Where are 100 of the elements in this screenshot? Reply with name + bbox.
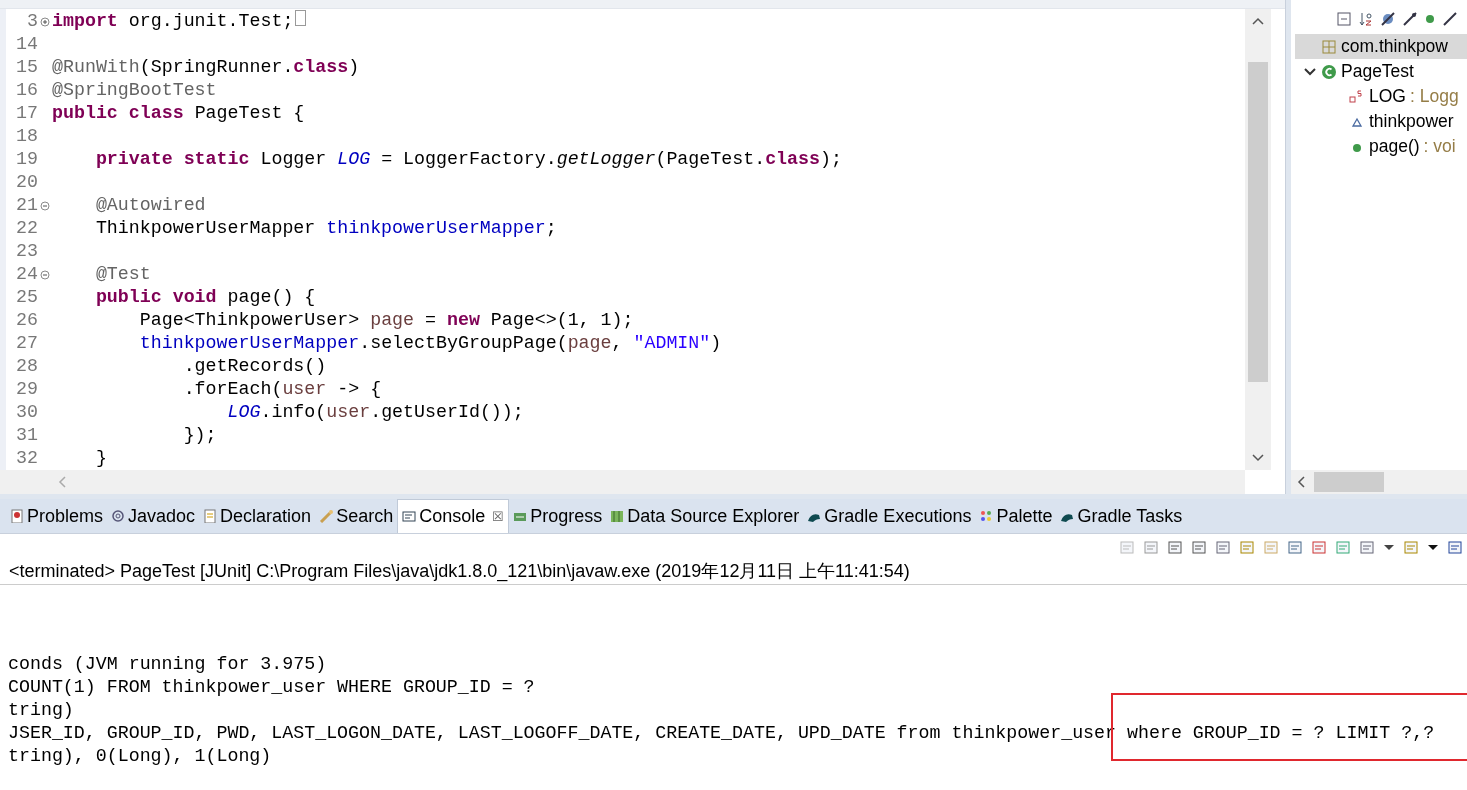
dropdown-icon[interactable] (1427, 542, 1439, 552)
word-wrap-icon[interactable] (1263, 539, 1279, 555)
line-number: 19 (15, 148, 38, 171)
outline-label: LOG (1369, 86, 1406, 107)
document-icon (203, 509, 218, 523)
collapse-icon[interactable] (40, 269, 50, 280)
code-line: ThinkpowerUserMapper thinkpowerUserMapper; (94, 217, 557, 240)
line-number: 23 (15, 240, 38, 263)
outline-item[interactable]: LOG : Logg (1295, 84, 1467, 109)
outline-item[interactable]: page() : voi (1295, 134, 1467, 159)
clear-console-icon[interactable] (1215, 539, 1231, 555)
outline-label: PageTest (1341, 61, 1414, 82)
code-line: .forEach(user -> { (182, 378, 382, 401)
hide-local-icon[interactable] (1443, 12, 1457, 26)
view-menu-icon[interactable] (1447, 539, 1463, 555)
code-line: }); (182, 424, 217, 447)
ring-icon (111, 509, 126, 523)
palette-icon (979, 509, 994, 523)
class-icon (1321, 63, 1337, 80)
hide-fields-icon[interactable] (1381, 12, 1395, 26)
code-line: import org.junit.Test; (52, 10, 294, 33)
scrollbar-thumb[interactable] (1314, 472, 1384, 492)
relaunch-icon[interactable] (1119, 539, 1135, 555)
vertical-scrollbar[interactable] (1245, 9, 1271, 470)
code-line: .getRecords() (182, 355, 327, 378)
terminate-icon[interactable] (1143, 539, 1159, 555)
line-number: 14 (15, 33, 38, 56)
show-on-output-icon[interactable] (1287, 539, 1303, 555)
public-members-icon[interactable] (1425, 14, 1435, 24)
pin-console-icon[interactable] (1335, 539, 1351, 555)
show-on-error-icon[interactable] (1311, 539, 1327, 555)
collapse-icon[interactable] (40, 200, 50, 211)
outline-item[interactable]: com.thinkpow (1295, 34, 1467, 59)
console-line: tring) (8, 699, 75, 722)
code-line: private static Logger LOG = LoggerFactory.getLogger(PageTest.class); (94, 148, 842, 171)
view-tab[interactable]: Problems (6, 499, 108, 533)
scrollbar-thumb[interactable] (1248, 62, 1268, 382)
line-number: 27 (15, 332, 38, 355)
expand-icon[interactable] (40, 16, 50, 27)
view-tab[interactable]: Gradle Executions (803, 499, 976, 533)
code-line: @SpringBootTest (52, 79, 217, 102)
scroll-lock-icon[interactable] (1239, 539, 1255, 555)
line-number: 32 (15, 447, 38, 470)
code-line: @Test (94, 263, 151, 286)
code-line: Page<ThinkpowerUser> page = new Page<>(1, 1); (138, 309, 634, 332)
view-tab[interactable]: Javadoc (107, 499, 200, 533)
code-line: @Autowired (94, 194, 206, 217)
view-tab[interactable]: Progress (509, 499, 607, 533)
horizontal-scrollbar[interactable] (1291, 470, 1467, 494)
line-number: 25 (15, 286, 38, 309)
scroll-down-icon[interactable] (1252, 453, 1264, 462)
outline-label: thinkpower (1369, 111, 1454, 132)
line-number: 26 (15, 309, 38, 332)
console-line: tring), 0(Long), 1(Long) (8, 745, 273, 768)
monitor-icon (402, 509, 417, 524)
outline-label: page() (1369, 136, 1420, 157)
line-number: 3 (26, 10, 38, 33)
view-tab[interactable]: Declaration (199, 499, 316, 533)
display-console-icon[interactable] (1359, 539, 1375, 555)
scroll-left-icon[interactable] (1297, 476, 1306, 488)
type-label: : Logg (1409, 86, 1459, 107)
dropdown-icon[interactable] (1383, 542, 1395, 552)
code-line: thinkpowerUserMapper.selectByGroupPage(page, "ADMIN") (138, 332, 722, 355)
view-tab[interactable]: Console ☒ (397, 499, 510, 533)
code-line: @RunWith(SpringRunner.class) (52, 56, 360, 79)
static-field-icon (1349, 88, 1365, 105)
new-console-icon[interactable] (1403, 539, 1419, 555)
view-tab[interactable]: Data Source Explorer (606, 499, 804, 533)
line-number: 29 (15, 378, 38, 401)
line-number: 21 (15, 194, 38, 217)
folded-code-marker[interactable] (295, 10, 307, 26)
view-tab[interactable]: Palette (975, 499, 1057, 533)
collapse-all-icon[interactable] (1337, 12, 1351, 26)
problems-icon (10, 509, 24, 523)
code-line: } (94, 447, 107, 470)
line-number: 22 (15, 217, 38, 240)
line-number: 31 (15, 424, 38, 447)
process-status: <terminated> PageTest [JUnit] C:\Program Files\java\jdk1.8.0_121\bin\javaw.exe (2019年12月11日 上午11:41:54) (0, 558, 1467, 585)
database-icon (610, 509, 625, 523)
line-number: 15 (15, 56, 38, 79)
view-tab[interactable]: Gradle Tasks (1056, 499, 1187, 533)
outline-label: com.thinkpow (1341, 36, 1448, 57)
remove-launch-icon[interactable] (1167, 539, 1183, 555)
line-number: 24 (15, 263, 38, 286)
line-number: 17 (15, 102, 38, 125)
line-number: 30 (15, 401, 38, 424)
outline-item[interactable]: PageTest (1295, 59, 1467, 84)
line-number: 18 (15, 125, 38, 148)
view-tab[interactable]: Search (315, 499, 398, 533)
outline-item[interactable]: thinkpower (1295, 109, 1467, 134)
close-icon[interactable]: ☒ (492, 509, 505, 524)
console-line: conds (JVM running for 3.975) (8, 653, 328, 676)
scroll-up-icon[interactable] (1252, 17, 1264, 26)
hide-static-icon[interactable] (1403, 12, 1417, 26)
sort-icon[interactable] (1359, 12, 1373, 26)
horizontal-scrollbar[interactable] (0, 470, 1245, 494)
import-icon (1321, 38, 1337, 55)
line-number: 16 (15, 79, 38, 102)
code-line: public class PageTest { (52, 102, 305, 125)
remove-all-icon[interactable] (1191, 539, 1207, 555)
